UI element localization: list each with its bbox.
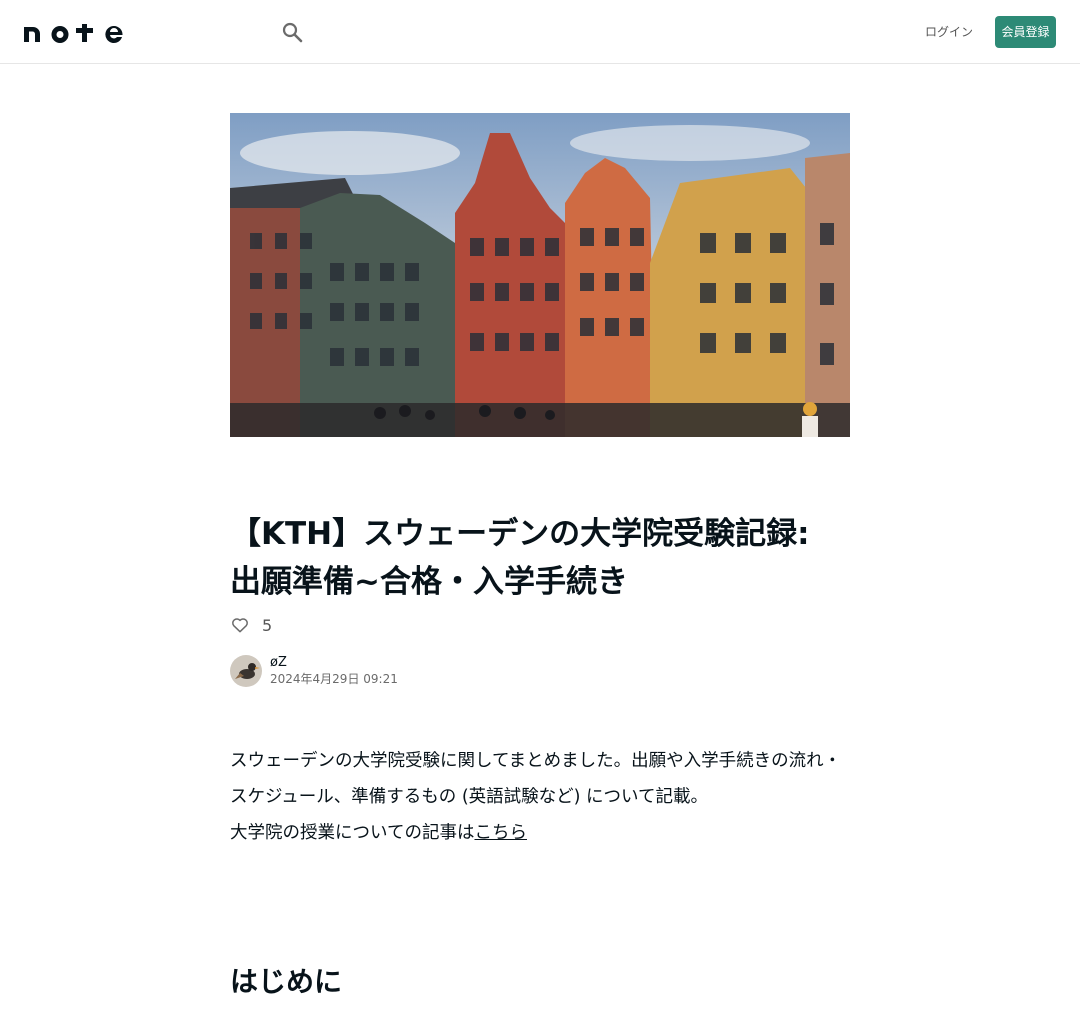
body-text-prefix: 大学院の授業についての記事は: [230, 823, 475, 843]
like-section: 5: [230, 614, 272, 636]
hero-image: [230, 113, 850, 437]
related-article-link[interactable]: こちら: [474, 823, 527, 843]
author-name[interactable]: øZ: [270, 654, 398, 671]
avatar[interactable]: [230, 655, 262, 687]
like-count: 5: [262, 615, 273, 635]
login-button[interactable]: ログイン: [922, 22, 976, 42]
heart-icon[interactable]: [230, 615, 250, 635]
search-icon[interactable]: [280, 20, 304, 44]
body-paragraph: スウェーデンの大学院受験に関してまとめました。出願や入学手続きの流れ・スケジュー…: [230, 751, 842, 807]
article-title: 【KTH】スウェーデンの大学院受験記録: 出願準備~合格・入学手続き: [230, 516, 810, 600]
section-heading: はじめに: [230, 965, 343, 998]
body-paragraph-link-line: 大学院の授業についての記事はこちら: [230, 815, 850, 851]
note-logo[interactable]: [24, 20, 124, 44]
article-body: スウェーデンの大学院受験に関してまとめました。出願や入学手続きの流れ・スケジュー…: [230, 743, 850, 851]
top-navigation-bar: ログイン 会員登録: [0, 0, 1080, 64]
signup-button[interactable]: 会員登録: [995, 16, 1056, 48]
post-date: 2024年4月29日 09:21: [270, 672, 398, 686]
author-info: øZ 2024年4月29日 09:21: [230, 654, 398, 688]
